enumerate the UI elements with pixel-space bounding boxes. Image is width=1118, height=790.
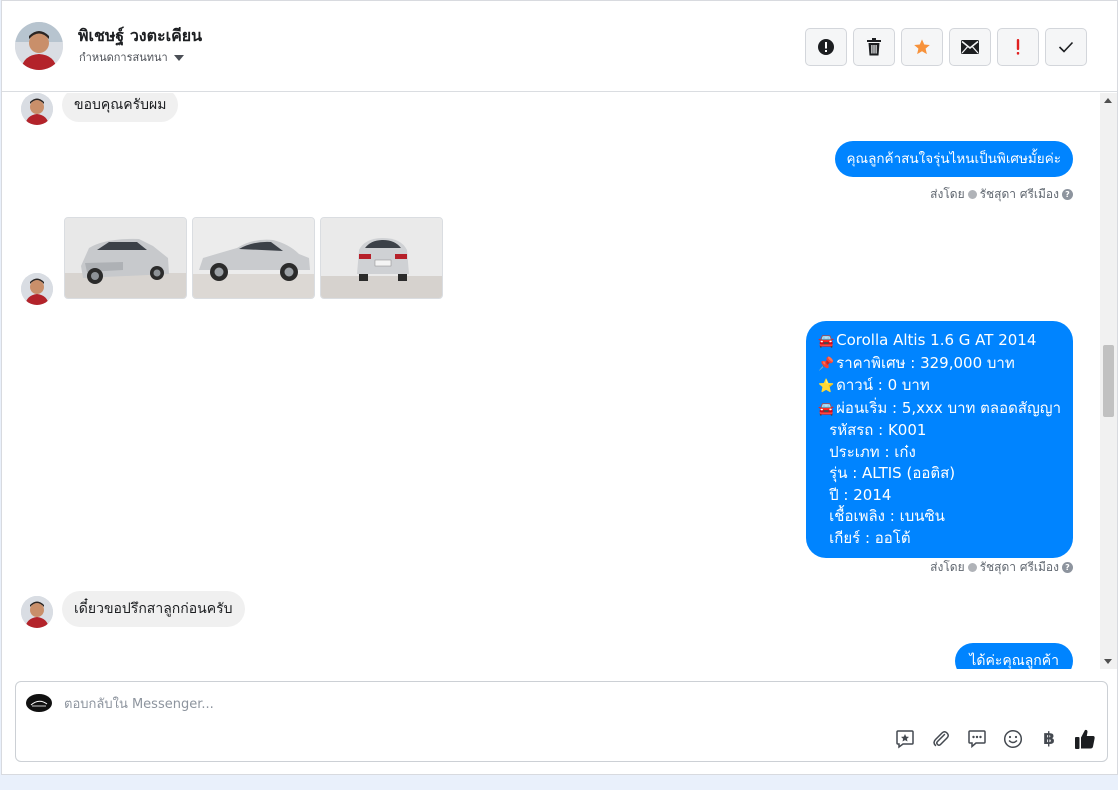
car-icon: 🚘 — [818, 401, 835, 417]
car-info-line: ⭐ ดาวน์ : 0 บาท — [818, 375, 1061, 398]
trash-icon — [867, 38, 881, 56]
check-icon — [1058, 41, 1074, 53]
payment-button[interactable]: ฿ — [1037, 727, 1061, 751]
outgoing-message: คุณลูกค้าสนใจรุ่นไหนเป็นพิเศษมั้ยค่ะ — [834, 141, 1073, 177]
star-icon — [914, 39, 930, 55]
templates-button[interactable] — [965, 727, 989, 751]
incoming-message: เดี๋ยวขอปรึกสาลูกก่อนครับ — [62, 591, 245, 627]
smiley-icon — [1003, 729, 1023, 749]
spam-button[interactable] — [997, 28, 1039, 66]
car-info-line: ปี : 2014 — [829, 485, 892, 504]
scrollbar-thumb[interactable] — [1103, 345, 1114, 417]
page-icon — [967, 190, 977, 199]
conversation-schedule-dropdown[interactable]: กำหนดการสนทนา — [79, 48, 184, 66]
contact-avatar[interactable] — [15, 22, 63, 70]
car-info-line: เกียร์ : ออโต้ — [829, 528, 911, 547]
car-photo-rear[interactable] — [320, 217, 443, 299]
pin-icon: 📌 — [818, 356, 835, 372]
mail-icon — [961, 40, 979, 54]
sent-by-prefix: ส่งโดย — [930, 187, 965, 201]
sender-avatar — [21, 596, 53, 628]
sent-by-name: รัชสุดา ศรีเมือง — [979, 560, 1059, 574]
baht-icon: ฿ — [1043, 729, 1055, 749]
sent-by-name: รัชสุดา ศรีเมือง — [979, 187, 1059, 201]
alert-circle-icon — [818, 39, 834, 55]
chat-bubble-icon — [968, 730, 986, 749]
conversation-schedule-label: กำหนดการสนทนา — [79, 51, 168, 64]
outgoing-message: ได้ค่ะคุณลูกค้า — [955, 643, 1073, 669]
reply-input[interactable] — [64, 694, 864, 714]
exclamation-icon — [1016, 39, 1020, 55]
sender-avatar — [21, 273, 53, 305]
conversation-header: พิเชษฐ์ วงตะเคียน กำหนดการสนทนา — [2, 1, 1117, 92]
contact-name: พิเชษฐ์ วงตะเคียน — [78, 26, 203, 45]
car-info-line: รหัสรถ : K001 — [829, 421, 927, 439]
page-logo-icon — [26, 694, 52, 712]
photo-attachments — [64, 217, 443, 299]
car-photo-front[interactable] — [64, 217, 187, 299]
incoming-message: ขอบคุณครับผม — [62, 93, 179, 122]
star-button[interactable] — [901, 28, 943, 66]
thumbs-up-icon — [1075, 729, 1095, 749]
conversation-panel: พิเชษฐ์ วงตะเคียน กำหนดการสนทนา ขอบคุณคร… — [1, 0, 1118, 775]
scroll-up-arrow-icon[interactable] — [1104, 98, 1112, 103]
chevron-down-icon — [173, 54, 184, 61]
car-info-line: รุ่น : ALTIS (ออติส) — [829, 464, 956, 482]
help-icon[interactable]: ? — [1062, 562, 1073, 573]
sent-by-info: ส่งโดย รัชสุดา ศรีเมือง ? — [930, 185, 1073, 204]
composer-tools: ฿ — [893, 727, 1097, 751]
message-thread[interactable]: ขอบคุณครับผม คุณลูกค้าสนใจรุ่นไหนเป็นพิเ… — [2, 93, 1100, 669]
car-icon: 🚘 — [818, 334, 835, 349]
car-photo-side[interactable] — [192, 217, 315, 299]
car-info-line: ประเภท : เก๋ง — [829, 442, 916, 461]
car-info-line: 🚘 Corolla Altis 1.6 G AT 2014 — [818, 330, 1061, 353]
help-icon[interactable]: ? — [1062, 189, 1073, 200]
delete-button[interactable] — [853, 28, 895, 66]
star-emoji-icon: ⭐ — [818, 379, 835, 394]
scroll-down-arrow-icon[interactable] — [1104, 659, 1112, 664]
paperclip-icon — [933, 731, 949, 747]
emoji-button[interactable] — [1001, 727, 1025, 751]
reply-composer: ฿ — [15, 681, 1108, 762]
saved-reply-icon — [896, 730, 914, 749]
car-info-line: 📌 ราคาพิเศษ : 329,000 บาท — [818, 353, 1061, 376]
report-button[interactable] — [805, 28, 847, 66]
header-actions — [805, 28, 1087, 66]
outgoing-car-info-message: 🚘 Corolla Altis 1.6 G AT 2014 📌 ราคาพิเศษ … — [806, 321, 1073, 558]
attach-button[interactable] — [929, 727, 953, 751]
saved-replies-button[interactable] — [893, 727, 917, 751]
like-button[interactable] — [1073, 727, 1097, 751]
sender-avatar — [21, 93, 53, 125]
car-info-line: 🚘 ผ่อนเริ่ม : 5,xxx บาท ตลอดสัญญา — [818, 398, 1061, 421]
mark-done-button[interactable] — [1045, 28, 1087, 66]
sent-by-prefix: ส่งโดย — [930, 560, 965, 574]
mark-unread-button[interactable] — [949, 28, 991, 66]
car-info-line: เชื้อเพลิง : เบนซิน — [829, 507, 945, 525]
thread-scrollbar[interactable] — [1100, 93, 1117, 669]
page-icon — [967, 563, 977, 572]
sent-by-info: ส่งโดย รัชสุดา ศรีเมือง ? — [930, 558, 1073, 577]
